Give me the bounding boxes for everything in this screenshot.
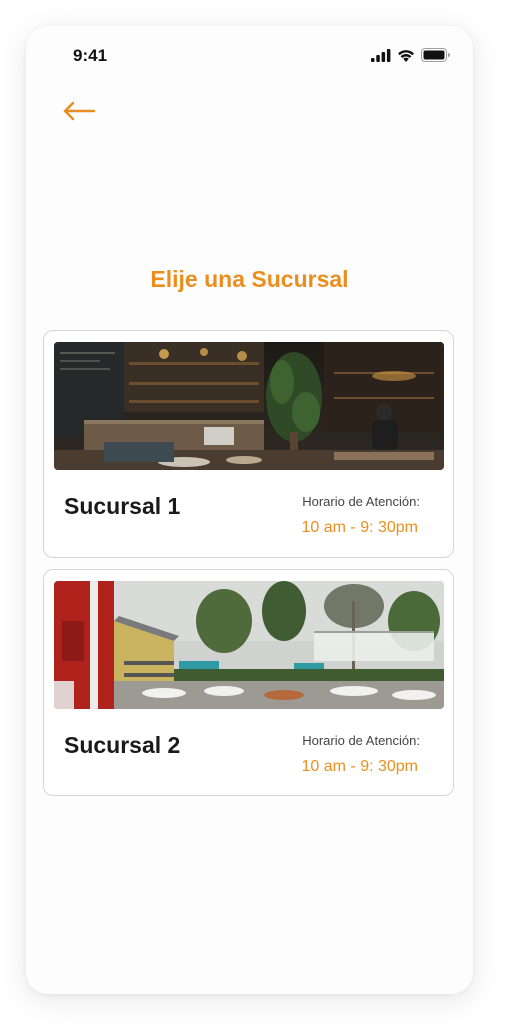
branch-card-2[interactable]: Sucursal 2 Horario de Atención: 10 am - … (43, 569, 454, 796)
wifi-icon (398, 49, 414, 62)
page-title: Elije una Sucursal (150, 266, 349, 292)
hours-value: 10 am - 9: 30pm (301, 758, 419, 775)
hours-label: Horario de Atención: (302, 733, 420, 748)
back-button[interactable] (62, 96, 98, 126)
status-bar: 9:41 (26, 26, 473, 86)
arrow-left-icon (63, 101, 96, 121)
status-icons (371, 48, 451, 62)
outdoor-terrace-photo (54, 581, 444, 709)
hours-label: Horario de Atención: (302, 494, 420, 509)
status-time: 9:41 (73, 46, 108, 65)
branch-name: Sucursal 1 (64, 493, 181, 519)
cafe-interior-photo (54, 342, 444, 470)
battery-icon (421, 48, 450, 62)
hours-value: 10 am - 9: 30pm (301, 519, 419, 536)
phone-screen: 9:41 Elije una Sucursal Sucursal 1 Horar… (26, 26, 473, 994)
branch-card-1[interactable]: Sucursal 1 Horario de Atención: 10 am - … (43, 330, 454, 558)
signal-icon (371, 48, 391, 62)
branch-name: Sucursal 2 (64, 732, 181, 758)
